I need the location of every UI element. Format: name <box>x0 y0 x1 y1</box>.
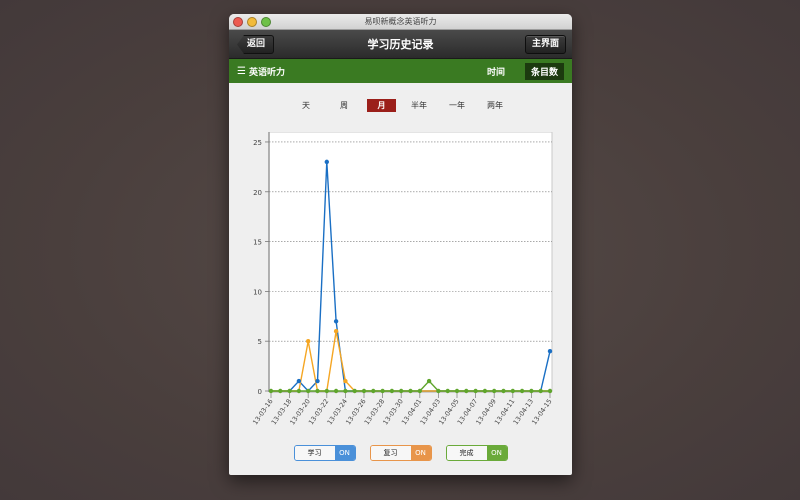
period-tabs: 天 周 月 半年 一年 两年 <box>229 99 572 112</box>
data-point-study <box>324 159 329 165</box>
y-tick-label: 10 <box>253 288 262 296</box>
toggle-study[interactable]: 学习 ON <box>293 445 356 461</box>
period-tab-day[interactable]: 天 <box>288 99 325 112</box>
page-title: 学习历史记录 <box>367 38 434 51</box>
tab-time[interactable]: 时间 <box>481 63 511 80</box>
data-point-complete <box>492 388 497 394</box>
toggle-complete-state: ON <box>486 446 507 460</box>
y-tick-label: 15 <box>253 239 262 247</box>
nav-bar: 返回 学习历史记录 主界面 <box>229 30 572 59</box>
data-point-complete <box>408 388 413 394</box>
data-point-complete <box>436 388 441 394</box>
close-window-button[interactable] <box>233 17 243 27</box>
period-tab-half-year[interactable]: 半年 <box>401 99 438 112</box>
app-window: 易呗新概念英语听力 返回 学习历史记录 主界面 ☰ 英语听力 时间 条目数 天 … <box>229 14 572 475</box>
window-title: 易呗新概念英语听力 <box>364 17 437 26</box>
data-point-complete <box>529 388 534 394</box>
toggle-review[interactable]: 复习 ON <box>369 445 432 461</box>
back-button[interactable]: 返回 <box>237 35 275 54</box>
data-point-study <box>315 378 320 384</box>
data-point-study <box>296 378 302 384</box>
data-point-review <box>306 338 311 344</box>
data-point-complete <box>296 388 302 394</box>
data-point-complete <box>380 388 385 394</box>
tab-item-count[interactable]: 条目数 <box>524 62 564 80</box>
data-point-complete <box>501 388 506 394</box>
data-point-complete <box>538 388 543 394</box>
menu-icon[interactable]: ☰ <box>237 66 246 77</box>
data-point-complete <box>324 388 329 394</box>
data-point-complete <box>510 388 515 394</box>
data-point-complete <box>361 388 367 394</box>
category-label[interactable]: 英语听力 <box>249 65 285 78</box>
data-point-complete <box>333 388 339 394</box>
data-point-complete <box>399 388 404 394</box>
data-point-complete <box>426 378 432 384</box>
data-point-complete <box>445 388 450 394</box>
toggle-complete[interactable]: 完成 ON <box>445 445 508 461</box>
data-point-complete <box>519 388 525 394</box>
y-tick-label: 25 <box>253 139 262 147</box>
data-point-review <box>343 378 348 384</box>
data-point-complete <box>352 388 357 394</box>
y-tick-label: 0 <box>258 388 262 396</box>
data-point-complete <box>417 388 422 394</box>
data-point-complete <box>343 388 348 394</box>
home-button[interactable]: 主界面 <box>524 35 566 54</box>
data-point-complete <box>268 388 274 394</box>
data-point-complete <box>371 388 376 394</box>
data-point-complete <box>473 388 478 394</box>
data-point-complete <box>464 388 469 394</box>
data-point-complete <box>315 388 320 394</box>
data-point-complete <box>389 388 395 394</box>
toggle-study-state: ON <box>334 446 355 460</box>
data-point-complete <box>482 388 488 394</box>
chart-area: 0 5 10 15 20 25 13-03-16 13-03-18 13-03-20 13-03-… <box>229 131 572 442</box>
data-point-study <box>547 348 553 354</box>
legend: 学习 ON 复习 ON 完成 ON <box>229 445 572 461</box>
period-tab-week[interactable]: 周 <box>326 99 363 112</box>
data-point-complete <box>287 388 292 394</box>
period-tab-month[interactable]: 月 <box>367 99 396 112</box>
toggle-review-label: 复习 <box>370 446 411 460</box>
minimize-window-button[interactable] <box>247 17 257 27</box>
data-point-complete <box>547 388 553 394</box>
y-tick-label: 20 <box>253 189 262 197</box>
data-point-review <box>333 329 339 334</box>
data-point-complete <box>306 388 311 394</box>
toggle-complete-label: 完成 <box>446 446 487 460</box>
data-point-complete <box>278 388 283 394</box>
data-point-study <box>333 319 339 324</box>
zoom-window-button[interactable] <box>261 17 271 27</box>
toggle-study-label: 学习 <box>294 446 335 460</box>
data-point-complete <box>454 388 460 394</box>
toggle-review-state: ON <box>410 446 431 460</box>
line-chart: 051015202513-03-1613-03-1813-03-2013-03-… <box>251 131 554 426</box>
category-bar: ☰ 英语听力 时间 条目数 <box>229 59 572 83</box>
period-tab-two-years[interactable]: 两年 <box>477 99 514 112</box>
period-tab-one-year[interactable]: 一年 <box>439 99 476 112</box>
plot-background <box>268 131 553 392</box>
title-bar: 易呗新概念英语听力 <box>229 14 572 30</box>
y-tick-label: 5 <box>258 338 262 346</box>
